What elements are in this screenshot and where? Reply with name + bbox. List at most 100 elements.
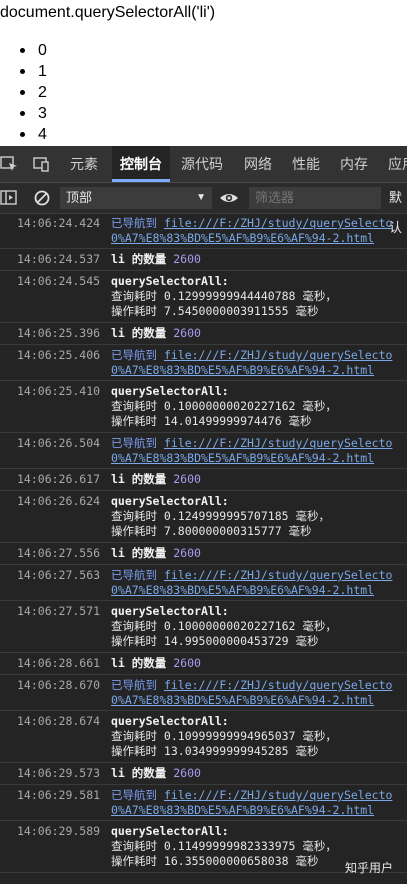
file-link-continued[interactable]: 0%A7%E8%83%BD%E5%AF%B9%E6%AF%94-2.html [111, 231, 374, 245]
count-label: li 的数量 [111, 252, 167, 266]
file-link-continued[interactable]: 0%A7%E8%83%BD%E5%AF%B9%E6%AF%94-2.html [111, 363, 374, 377]
clear-console-icon[interactable] [32, 188, 52, 208]
log-levels-dropdown[interactable]: 默认 [389, 183, 407, 235]
file-link-continued[interactable]: 0%A7%E8%83%BD%E5%AF%B9%E6%AF%94-2.html [111, 803, 374, 817]
message-body: querySelectorAll: 查询耗时 0.1099999999496503… [111, 714, 337, 759]
message-timestamp: 14:06:26.624 [17, 494, 101, 508]
file-link[interactable]: file:///F:/ZHJ/study/querySelecto [164, 216, 392, 230]
count-value: 2600 [173, 656, 201, 670]
devtools-tabbar: 元素 控制台 源代码 网络 性能 内存 应用 [0, 146, 407, 183]
message-body: 已导航到 file:///F:/ZHJ/study/querySelecto 0%… [111, 678, 392, 708]
filter-input[interactable] [249, 187, 381, 209]
timing-title: querySelectorAll: [111, 384, 229, 398]
operation-time-line: 操作耗时 14.01499999974476 毫秒 [111, 414, 312, 428]
navigated-label: 已导航到 [111, 788, 157, 802]
count-label: li 的数量 [111, 326, 167, 340]
console-toolbar: 顶部 ▼ 默认 [0, 183, 407, 235]
message-timestamp: 14:06:27.563 [17, 568, 101, 582]
console-message: 14:06:27.571 querySelectorAll: 查询耗时 0.1000… [0, 601, 407, 653]
context-select-label: 顶部 [66, 190, 93, 205]
console-message: 14:06:24.545 querySelectorAll: 查询耗时 0.1299… [0, 271, 407, 323]
message-timestamp: 14:06:25.406 [17, 348, 101, 362]
console-message: 14:06:25.396 li 的数量 2600 [0, 323, 407, 345]
tab-application[interactable]: 应用 [388, 146, 407, 182]
console-message: 14:06:25.410 querySelectorAll: 查询耗时 0.1000… [0, 381, 407, 433]
count-value: 2600 [173, 252, 201, 266]
console-message: 14:06:29.573 li 的数量 2600 [0, 763, 407, 785]
message-timestamp: 14:06:24.537 [17, 252, 101, 266]
query-time-line: 查询耗时 0.10000000020227162 毫秒， [111, 399, 337, 413]
file-link[interactable]: file:///F:/ZHJ/study/querySelecto [164, 348, 392, 362]
message-body: li 的数量 2600 [111, 766, 201, 781]
message-timestamp: 14:06:26.504 [17, 436, 101, 450]
operation-time-line: 操作耗时 16.355000000658038 毫秒 [111, 854, 319, 868]
timing-title: querySelectorAll: [111, 494, 229, 508]
navigated-label: 已导航到 [111, 568, 157, 582]
page-content: document.querySelectorAll('li') 0 1 2 3 … [0, 0, 407, 146]
query-time-line: 查询耗时 0.1249999995707185 毫秒， [111, 509, 330, 523]
tab-network[interactable]: 网络 [244, 146, 272, 182]
count-label: li 的数量 [111, 472, 167, 486]
message-timestamp: 14:06:24.545 [17, 274, 101, 288]
file-link[interactable]: file:///F:/ZHJ/study/querySelecto [164, 568, 392, 582]
console-message: 14:06:24.424 已导航到 file:///F:/ZHJ/study/qu… [0, 213, 407, 249]
message-body: li 的数量 2600 [111, 546, 201, 561]
console-message: 14:06:26.624 querySelectorAll: 查询耗时 0.1249… [0, 491, 407, 543]
count-value: 2600 [173, 326, 201, 340]
sidebar-toggle-icon[interactable] [0, 188, 20, 208]
query-time-line: 查询耗时 0.10000000020227162 毫秒， [111, 619, 337, 633]
tab-memory[interactable]: 内存 [340, 146, 368, 182]
console-messages: 14:06:24.424 已导航到 file:///F:/ZHJ/study/qu… [0, 213, 407, 873]
file-link-continued[interactable]: 0%A7%E8%83%BD%E5%AF%B9%E6%AF%94-2.html [111, 583, 374, 597]
file-link[interactable]: file:///F:/ZHJ/study/querySelecto [164, 678, 392, 692]
operation-time-line: 操作耗时 14.995000000453729 毫秒 [111, 634, 319, 648]
message-body: 已导航到 file:///F:/ZHJ/study/querySelecto 0%… [111, 436, 392, 466]
count-value: 2600 [173, 472, 201, 486]
tab-performance[interactable]: 性能 [292, 146, 320, 182]
message-body: querySelectorAll: 查询耗时 0.1249999995707185… [111, 494, 330, 539]
console-message: 14:06:27.563 已导航到 file:///F:/ZHJ/study/qu… [0, 565, 407, 601]
live-expression-eye-icon[interactable] [219, 188, 239, 208]
message-body: querySelectorAll: 查询耗时 0.1000000002022716… [111, 604, 337, 649]
count-label: li 的数量 [111, 546, 167, 560]
inspect-element-icon[interactable] [0, 154, 20, 174]
timing-title: querySelectorAll: [111, 824, 229, 838]
device-toolbar-icon[interactable] [32, 154, 52, 174]
file-link[interactable]: file:///F:/ZHJ/study/querySelecto [164, 788, 392, 802]
navigated-label: 已导航到 [111, 348, 157, 362]
message-timestamp: 14:06:26.617 [17, 472, 101, 486]
message-body: li 的数量 2600 [111, 472, 201, 487]
console-message: 14:06:26.617 li 的数量 2600 [0, 469, 407, 491]
message-timestamp: 14:06:29.573 [17, 766, 101, 780]
count-value: 2600 [173, 766, 201, 780]
message-timestamp: 14:06:28.670 [17, 678, 101, 692]
message-timestamp: 14:06:27.571 [17, 604, 101, 618]
context-select[interactable]: 顶部 ▼ [60, 187, 212, 209]
query-time-line: 查询耗时 0.11499999982333975 毫秒， [111, 839, 337, 853]
page-title: document.querySelectorAll('li') [0, 4, 216, 21]
count-value: 2600 [173, 546, 201, 560]
tab-console[interactable]: 控制台 [112, 146, 170, 182]
console-message: 14:06:29.581 已导航到 file:///F:/ZHJ/study/qu… [0, 785, 407, 821]
console-message: 14:06:25.406 已导航到 file:///F:/ZHJ/study/qu… [0, 345, 407, 381]
count-label: li 的数量 [111, 656, 167, 670]
navigated-label: 已导航到 [111, 436, 157, 450]
message-body: 已导航到 file:///F:/ZHJ/study/querySelecto 0%… [111, 216, 392, 246]
tab-sources[interactable]: 源代码 [181, 146, 223, 182]
console-message: 14:06:28.661 li 的数量 2600 [0, 653, 407, 675]
tab-elements[interactable]: 元素 [70, 146, 98, 182]
message-body: querySelectorAll: 查询耗时 0.1149999998233397… [111, 824, 337, 869]
message-timestamp: 14:06:29.589 [17, 824, 101, 838]
operation-time-line: 操作耗时 7.800000000315777 毫秒 [111, 524, 312, 538]
navigated-label: 已导航到 [111, 216, 157, 230]
message-body: li 的数量 2600 [111, 326, 201, 341]
file-link-continued[interactable]: 0%A7%E8%83%BD%E5%AF%B9%E6%AF%94-2.html [111, 693, 374, 707]
message-body: querySelectorAll: 查询耗时 0.1000000002022716… [111, 384, 337, 429]
message-body: li 的数量 2600 [111, 656, 201, 671]
file-link-continued[interactable]: 0%A7%E8%83%BD%E5%AF%B9%E6%AF%94-2.html [111, 451, 374, 465]
console-message: 14:06:28.670 已导航到 file:///F:/ZHJ/study/qu… [0, 675, 407, 711]
file-link[interactable]: file:///F:/ZHJ/study/querySelecto [164, 436, 392, 450]
message-body: querySelectorAll: 查询耗时 0.1299999994444078… [111, 274, 337, 319]
console-message: 14:06:27.556 li 的数量 2600 [0, 543, 407, 565]
message-timestamp: 14:06:24.424 [17, 216, 101, 230]
